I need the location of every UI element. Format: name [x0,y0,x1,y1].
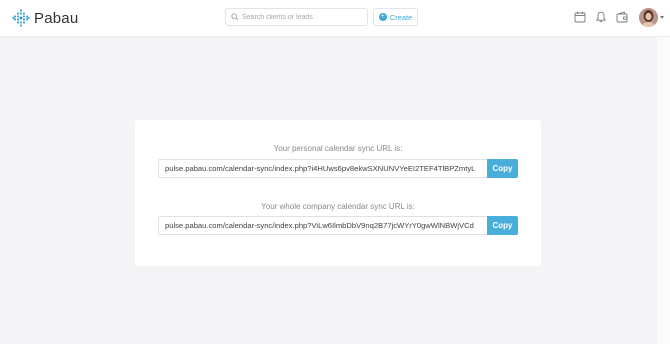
left-gutter [0,37,5,344]
pabau-logo[interactable]: Pabau [12,9,78,27]
logo-mark-icon [12,9,30,27]
top-navigation-bar: Pabau + Create [0,0,670,37]
user-avatar[interactable] [639,8,658,27]
calendar-icon[interactable] [574,11,586,23]
avatar-portrait-icon [639,8,658,27]
create-button[interactable]: + Create [373,8,418,26]
create-label: Create [389,12,413,22]
plus-icon: + [378,13,387,21]
copy-personal-url-button[interactable]: Copy [487,159,518,178]
wallet-icon[interactable] [616,11,628,23]
copy-company-url-button[interactable]: Copy [487,216,518,235]
search-box[interactable] [225,8,368,26]
avatar-dropdown-caret-icon[interactable] [660,16,664,19]
logo-text: Pabau [34,9,79,27]
right-gutter [657,37,670,344]
company-url-field[interactable]: pulse.pabau.com/calendar-sync/index.php?… [158,216,487,235]
personal-url-field[interactable]: pulse.pabau.com/calendar-sync/index.php?… [158,159,487,178]
company-sync-label: Your whole company calendar sync URL is: [261,202,415,211]
personal-sync-label: Your personal calendar sync URL is: [273,144,403,153]
bell-icon[interactable] [595,11,607,23]
search-input[interactable] [242,13,362,21]
personal-url-row: pulse.pabau.com/calendar-sync/index.php?… [158,159,518,178]
company-url-row: pulse.pabau.com/calendar-sync/index.php?… [158,216,518,235]
search-icon [231,13,239,21]
calendar-sync-card: Your personal calendar sync URL is: puls… [135,120,541,266]
